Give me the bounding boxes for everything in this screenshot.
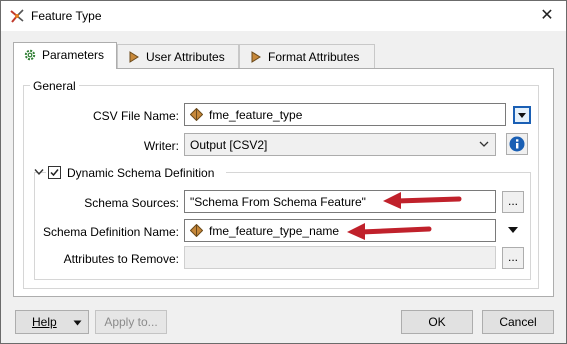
general-group-title: General bbox=[30, 79, 79, 93]
schema-definition-name-field[interactable]: fme_feature_type_name bbox=[184, 219, 496, 242]
feature-type-dialog: Feature Type ✕ Parameters User Attribute… bbox=[0, 0, 567, 344]
schema-sources-value: "Schema From Schema Feature" bbox=[190, 195, 366, 209]
writer-label: Writer: bbox=[143, 139, 179, 153]
attributes-to-remove-label: Attributes to Remove: bbox=[63, 252, 179, 266]
window-title: Feature Type bbox=[31, 9, 102, 23]
info-button[interactable] bbox=[506, 133, 528, 155]
help-button[interactable]: Help bbox=[15, 310, 89, 334]
schema-definition-name-label: Schema Definition Name: bbox=[42, 225, 179, 239]
triangle-down-icon bbox=[518, 113, 526, 118]
annotation-arrow bbox=[383, 192, 462, 209]
tab-parameters[interactable]: Parameters bbox=[13, 42, 117, 69]
cancel-label: Cancel bbox=[499, 315, 537, 329]
help-label: Help bbox=[32, 315, 57, 329]
attribute-value-icon bbox=[190, 224, 203, 237]
csv-file-name-value: fme_feature_type bbox=[209, 108, 303, 122]
schema-sources-label: Schema Sources: bbox=[84, 196, 179, 210]
schema-sources-browse-button[interactable]: ... bbox=[502, 191, 524, 213]
triangle-down-icon bbox=[73, 320, 82, 326]
apply-to-button[interactable]: Apply to... bbox=[95, 310, 167, 334]
schema-definition-name-value: fme_feature_type_name bbox=[209, 224, 340, 238]
close-button[interactable]: ✕ bbox=[536, 5, 558, 27]
dynamic-schema-title: Dynamic Schema Definition bbox=[67, 166, 215, 180]
fme-app-icon bbox=[10, 9, 24, 23]
writer-select[interactable]: Output [CSV2] bbox=[184, 133, 496, 156]
ok-label: OK bbox=[428, 315, 446, 329]
info-icon bbox=[509, 136, 525, 152]
annotation-arrow bbox=[347, 223, 432, 240]
tab-user-attributes[interactable]: User Attributes bbox=[117, 44, 239, 68]
attributes-to-remove-browse-button[interactable]: ... bbox=[502, 247, 524, 269]
title-bar: Feature Type ✕ bbox=[1, 1, 566, 31]
csv-file-name-dropdown-button[interactable] bbox=[513, 106, 531, 124]
dynamic-schema-checkbox[interactable] bbox=[48, 166, 61, 179]
csv-file-name-label: CSV File Name: bbox=[92, 109, 179, 123]
ellipsis-label: ... bbox=[507, 250, 518, 264]
writer-value: Output [CSV2] bbox=[190, 138, 268, 152]
triangle-down-icon bbox=[508, 227, 518, 233]
schema-definition-name-dropdown-button[interactable] bbox=[505, 222, 523, 240]
chevron-down-icon bbox=[479, 141, 489, 147]
tab-label: Parameters bbox=[42, 48, 105, 62]
right-arrow-icon bbox=[129, 51, 139, 63]
ellipsis-label: ... bbox=[507, 194, 518, 208]
right-arrow-icon bbox=[251, 51, 261, 63]
gear-icon bbox=[24, 49, 36, 61]
cancel-button[interactable]: Cancel bbox=[482, 310, 554, 334]
tab-label: User Attributes bbox=[146, 50, 225, 64]
csv-file-name-field[interactable]: fme_feature_type bbox=[184, 103, 506, 126]
collapse-chevron-icon[interactable] bbox=[34, 168, 44, 176]
ok-button[interactable]: OK bbox=[401, 310, 473, 334]
apply-to-label: Apply to... bbox=[104, 315, 158, 329]
attributes-to-remove-field[interactable] bbox=[184, 246, 496, 269]
tab-label: Format Attributes bbox=[268, 50, 360, 64]
attribute-value-icon bbox=[190, 108, 203, 121]
tab-format-attributes[interactable]: Format Attributes bbox=[239, 44, 375, 68]
checkmark-icon bbox=[50, 169, 59, 177]
close-icon: ✕ bbox=[540, 7, 554, 24]
